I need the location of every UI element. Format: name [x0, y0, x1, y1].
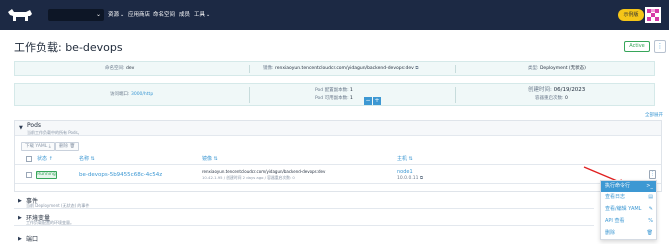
info-bar-basic: 命名空间: dev 镜像: renxiaoyun.tencentcloudcr.…: [14, 61, 655, 76]
divider: [249, 87, 250, 103]
table-header: 状态 ↑ 名称 ⇅ 镜像 ⇅ 主机 ⇅: [15, 153, 661, 165]
scale-controls: − +: [363, 90, 381, 109]
column-header-image[interactable]: 镜像 ⇅: [202, 156, 218, 162]
pod-name-link[interactable]: be-devops-5b9455c68c-4c54z: [79, 172, 162, 178]
sort-icon: ⇅: [90, 156, 95, 162]
nav-item-app-store[interactable]: 应用商店: [128, 11, 150, 19]
image-info: 镜像: renxiaoyun.tencentcloudcr.com/yidagu…: [263, 66, 419, 71]
divider: [249, 65, 250, 73]
download-yaml-button[interactable]: 下载 YAML ⤓: [21, 142, 55, 151]
created-info: 创建时间: 06/19/2023: [528, 87, 586, 93]
node-ip: 10.0.0.11 ⧉: [397, 176, 424, 181]
env-vars-section[interactable]: ▶ 环境变量 工作负载配置的环境变量。: [14, 212, 594, 226]
trash-icon: 🗑: [69, 144, 76, 149]
nav-item-resources[interactable]: 资源⌄: [108, 11, 124, 19]
expand-all-link[interactable]: 全部展开: [645, 112, 663, 118]
ports-section[interactable]: ▶ 端口: [14, 232, 594, 244]
select-all-checkbox[interactable]: [26, 156, 32, 162]
delete-button[interactable]: 删除 🗑: [55, 142, 80, 151]
expand-icon: ▶: [18, 236, 22, 242]
nav-item-members[interactable]: 成员: [179, 11, 190, 19]
trash-icon: 🗑: [646, 230, 653, 236]
edition-badge[interactable]: 示例版: [618, 9, 644, 21]
pods-section: ▼ Pods 当前工作负载中的所有 Pods。 下载 YAML ⤓ 删除 🗑 状…: [14, 120, 662, 192]
endpoint-link[interactable]: 3000/http: [131, 92, 153, 97]
menu-item-delete[interactable]: 删除 🗑: [601, 228, 656, 239]
pod-meta: 10.42.1.95 / 创建时间 2 days ago / 容器重启次数: 0: [202, 175, 295, 180]
sort-icon: ⇅: [213, 156, 218, 162]
divider: [455, 65, 456, 73]
pod-scale-info: Pod 配置副本数: 1: [315, 88, 353, 93]
nav-item-tools[interactable]: 工具⌄: [194, 11, 210, 19]
nav-item-namespaces[interactable]: 命名空间: [153, 11, 175, 19]
file-icon: ▤: [648, 194, 653, 200]
pods-title: Pods: [27, 122, 42, 129]
user-avatar-icon[interactable]: [645, 7, 661, 23]
events-section[interactable]: ▶ 事件 当前 Deployment (无状态) 的事件: [14, 195, 594, 209]
pods-section-header[interactable]: ▼ Pods 当前工作负载中的所有 Pods。: [15, 121, 661, 136]
terminal-icon: >_: [646, 183, 653, 189]
pods-subtitle: 当前工作负载中的所有 Pods。: [27, 130, 82, 135]
expand-icon: ▶: [18, 215, 22, 221]
menu-item-view-logs[interactable]: 查看日志 ▤: [601, 192, 656, 203]
chevron-down-icon: ⌄: [206, 12, 211, 18]
collapse-icon: ▼: [19, 125, 23, 131]
pod-image: renxiaoyun.tencentcloudcr.com/yidagun/ba…: [202, 169, 326, 174]
sort-icon: ⇅: [408, 156, 413, 162]
column-header-name[interactable]: 名称 ⇅: [79, 156, 95, 162]
endpoint-info: 访问端口: 3000/http: [110, 92, 154, 97]
sort-up-icon: ↑: [48, 156, 53, 162]
row-actions-button[interactable]: ⋮: [649, 170, 656, 179]
copy-icon[interactable]: ⧉: [415, 66, 418, 71]
menu-item-edit-yaml[interactable]: 查看/编辑 YAML ✎: [601, 204, 656, 215]
api-icon: %: [648, 218, 653, 224]
expand-icon: ▶: [18, 198, 22, 204]
download-icon: ⤓: [48, 144, 51, 149]
column-header-state[interactable]: 状态 ↑: [37, 156, 53, 162]
row-checkbox[interactable]: [26, 172, 32, 178]
restart-info: 容器重启次数: 0: [535, 96, 568, 101]
namespace-info: 命名空间: dev: [105, 66, 135, 71]
edit-icon: ✎: [648, 206, 653, 212]
divider: [455, 87, 456, 103]
menu-item-view-api[interactable]: API 查看%: [601, 216, 656, 227]
info-bar-status: 访问端口: 3000/http Pod 配置副本数: 1 Pod 可用副本数: …: [14, 83, 655, 106]
cluster-select[interactable]: ⌄: [48, 9, 104, 21]
chevron-down-icon: ⌄: [95, 11, 101, 18]
scale-down-button[interactable]: −: [364, 96, 372, 105]
page-title: 工作负载: be-devops: [14, 41, 123, 54]
table-row: Running be-devops-5b9455c68c-4c54z renxi…: [15, 166, 661, 184]
copy-icon[interactable]: ⧉: [420, 176, 423, 181]
top-nav: ⌄ 资源⌄ 应用商店 命名空间 成员 工具⌄ 示例版: [0, 0, 669, 30]
scale-up-button[interactable]: +: [373, 96, 381, 105]
type-info: 类型: Deployment (无状态): [528, 66, 586, 71]
menu-item-exec-shell[interactable]: 执行命令行 >_: [601, 181, 656, 192]
status-badge: Active: [624, 41, 650, 52]
chevron-down-icon: ⌄: [120, 12, 125, 18]
column-header-node[interactable]: 主机 ⇅: [397, 156, 413, 162]
rancher-logo-icon[interactable]: [6, 7, 34, 23]
row-actions-menu: 执行命令行 >_ 查看日志 ▤ 查看/编辑 YAML ✎ API 查看% 删除 🗑: [600, 180, 657, 240]
pod-ready-info: Pod 可用副本数: 1: [315, 96, 353, 101]
state-badge: Running: [36, 171, 57, 179]
more-actions-button[interactable]: ⋮: [654, 40, 666, 53]
